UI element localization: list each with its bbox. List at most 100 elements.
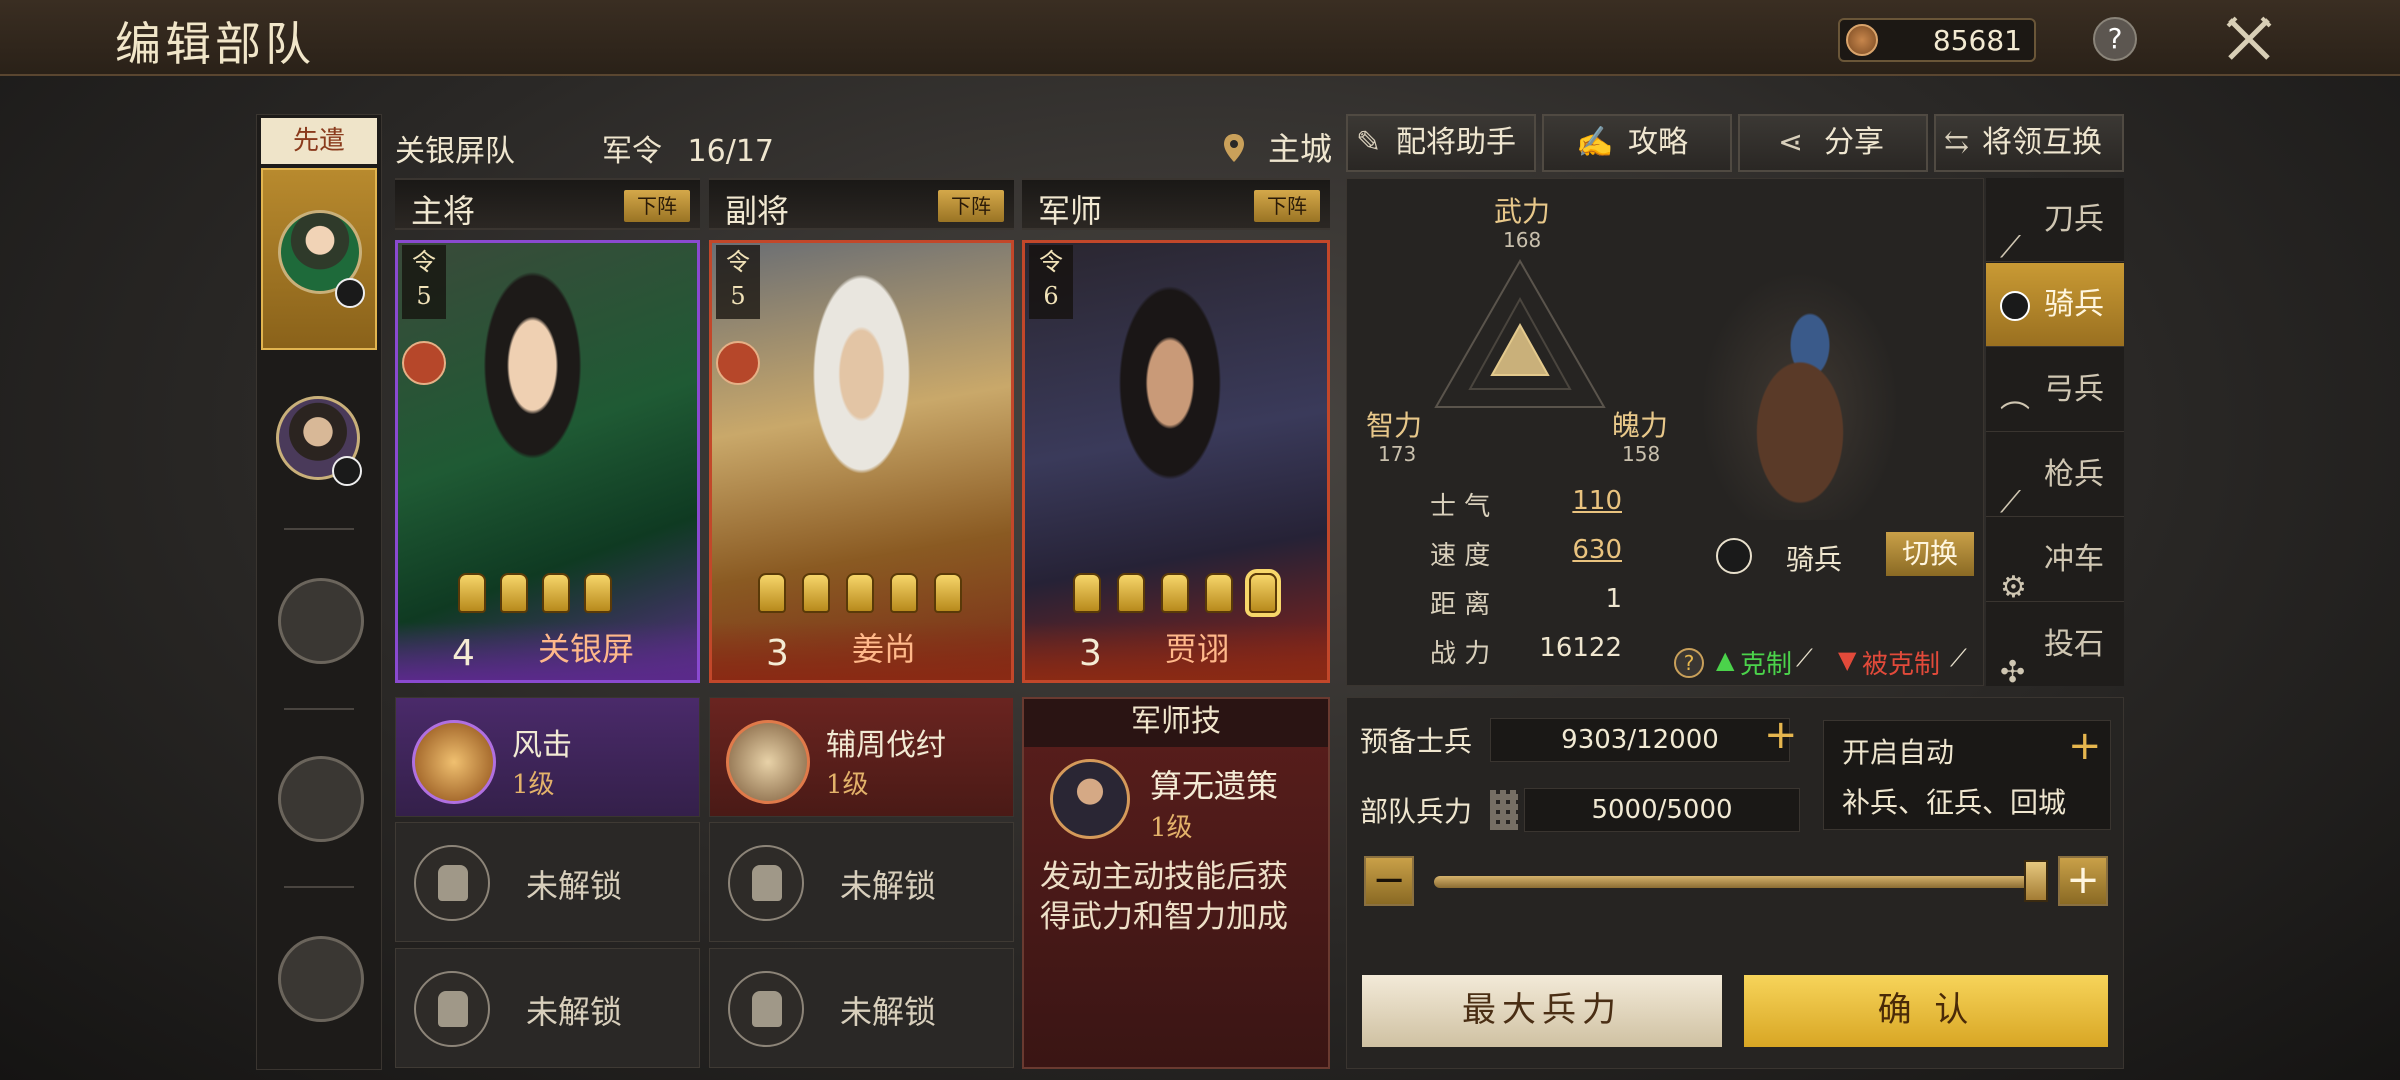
team-slot-3-locked[interactable] <box>278 578 364 664</box>
troop-type-ram[interactable]: ⚙ 冲车 <box>1986 518 2124 605</box>
troop-type-label: 枪兵 <box>2044 457 2104 492</box>
counter-help-button[interactable]: ? <box>1674 648 1704 678</box>
decrease-troops-button[interactable]: − <box>1364 856 1414 906</box>
swap-icon: ⇆ <box>1944 125 1970 160</box>
guide-label: 攻略 <box>1628 125 1688 160</box>
star-lock-icon <box>458 573 486 613</box>
attribute-label: 士 气 <box>1430 492 1491 522</box>
lock-icon <box>414 845 490 921</box>
intel-label: 智力 <box>1366 409 1423 442</box>
token-label: 令 <box>1039 248 1063 276</box>
auto-add-icon[interactable]: + <box>2068 723 2102 769</box>
locked-skill-slot[interactable]: 未解锁 <box>709 822 1014 942</box>
strategist-skill-panel[interactable]: 军师技 算无遗策 1级 发动主动技能后获 得武力和智力加成 <box>1022 697 1330 1069</box>
troop-type-label: 冲车 <box>2044 542 2104 577</box>
lock-icon <box>728 971 804 1047</box>
add-reserve-button[interactable]: + <box>1764 712 1798 758</box>
order-token: 令5 <box>402 245 446 319</box>
lock-icon <box>414 971 490 1047</box>
assist-icon: ✎ <box>1356 125 1382 160</box>
currency-value: 85681 <box>1932 24 2022 57</box>
strategist-skill-header: 军师技 <box>1024 699 1328 747</box>
troop-type-catapult[interactable]: ✣ 投石 <box>1986 603 2124 690</box>
general-name: 姜尚 <box>852 630 917 668</box>
strategist-skill-desc-2: 得武力和智力加成 <box>1040 899 1288 935</box>
column-label: 军师 <box>1038 192 1103 230</box>
team-slot-2[interactable] <box>274 394 366 486</box>
locked-label: 未解锁 <box>526 993 623 1031</box>
auto-settings[interactable]: 开启自动 + 补兵、征兵、回城 <box>1823 720 2111 830</box>
force-value: 168 <box>1503 228 1542 252</box>
increase-troops-button[interactable]: + <box>2058 856 2108 906</box>
locked-label: 未解锁 <box>526 867 623 905</box>
general-card-strategist[interactable]: 令 6 3 贾诩 <box>1022 240 1330 683</box>
spear-icon: ⟋ <box>1950 644 1967 672</box>
switch-unit-button[interactable]: 切换 <box>1886 532 1974 576</box>
help-button[interactable]: ? <box>2093 17 2137 61</box>
assist-button[interactable]: ✎ 配将助手 <box>1346 114 1536 172</box>
troop-slider-thumb[interactable] <box>2024 860 2048 902</box>
general-level: 3 <box>1079 633 1102 674</box>
star-lock-icon <box>934 573 962 613</box>
skill-slot-deputy[interactable]: 辅周伐纣 1级 <box>709 697 1014 817</box>
team-name: 关银屏队 <box>395 134 515 169</box>
troop-type-label: 投石 <box>2044 627 2104 662</box>
general-name: 贾诩 <box>1165 630 1230 668</box>
skill-level: 1级 <box>512 770 555 800</box>
general-level: 4 <box>452 633 475 674</box>
grid-icon <box>1490 790 1518 830</box>
locked-skill-slot[interactable]: 未解锁 <box>395 948 700 1068</box>
blade-icon: ⟋ <box>1796 644 1813 672</box>
zhou-campaign-skill-icon <box>726 720 810 804</box>
order-value: 16/17 <box>687 134 775 169</box>
swap-generals-button[interactable]: ⇆ 将领互换 <box>1934 114 2124 172</box>
locked-skill-slot[interactable]: 未解锁 <box>709 948 1014 1068</box>
skill-slot-main[interactable]: 风击 1级 <box>395 697 700 817</box>
currency-display: 85681 <box>1838 18 2036 62</box>
troop-slider-track[interactable] <box>1434 876 2046 888</box>
troop-type-archer[interactable]: ⌒ 弓兵 <box>1986 348 2124 435</box>
general-card-deputy[interactable]: 令5 3 姜尚 <box>709 240 1014 683</box>
troop-type-cavalry[interactable]: 骑兵 <box>1986 263 2124 347</box>
remove-button[interactable]: 下阵 <box>938 190 1004 222</box>
token-cost: 6 <box>1043 282 1059 310</box>
tab-vanguard[interactable]: 先遣 <box>261 118 377 164</box>
max-troops-button[interactable]: 最大兵力 <box>1362 975 1722 1047</box>
column-label: 副将 <box>725 192 790 230</box>
locked-skill-slot[interactable]: 未解锁 <box>395 822 700 942</box>
star-locks <box>758 573 998 617</box>
troop-type-spear[interactable]: ⟋ 枪兵 <box>1986 433 2124 520</box>
locked-label: 未解锁 <box>840 867 937 905</box>
general-card-main[interactable]: 令5 4 关银屏 <box>395 240 700 683</box>
cavalry-icon <box>716 341 760 385</box>
countered-label: 被克制 <box>1862 650 1941 680</box>
countered-down-icon: ▼ <box>1838 646 1857 674</box>
star-lock-icon <box>802 573 830 613</box>
remove-button[interactable]: 下阵 <box>1254 190 1320 222</box>
stats-triangle-chart <box>1434 258 1606 408</box>
strength-label: 部队兵力 <box>1360 795 1473 828</box>
confirm-button[interactable]: 确 认 <box>1744 975 2108 1047</box>
remove-button[interactable]: 下阵 <box>624 190 690 222</box>
locked-label: 未解锁 <box>840 993 937 1031</box>
city-label: 主城 <box>1268 130 1333 168</box>
star-lock-icon <box>846 573 874 613</box>
troop-type-list: ⟋ 刀兵 骑兵 ⌒ 弓兵 ⟋ 枪兵 ⚙ 冲车 ✣ 投石 <box>1986 178 2124 690</box>
team-slot-4-locked[interactable] <box>278 756 364 842</box>
attribute-value: 630 <box>1572 535 1622 565</box>
attribute-row: 距 离 1 <box>1426 584 1622 624</box>
divider <box>284 528 354 530</box>
strategist-skill-name: 算无遗策 <box>1150 767 1279 805</box>
troop-type-blade[interactable]: ⟋ 刀兵 <box>1986 178 2124 265</box>
attribute-label: 战 力 <box>1430 639 1491 669</box>
share-button[interactable]: ⋖ 分享 <box>1738 114 1928 172</box>
order-token: 令5 <box>716 245 760 319</box>
charm-value: 158 <box>1622 442 1661 466</box>
team-slot-1-selected[interactable] <box>261 168 377 350</box>
auto-title: 开启自动 <box>1842 736 1955 769</box>
team-slot-5-locked[interactable] <box>278 936 364 1022</box>
star-lock-icon <box>1117 573 1145 613</box>
close-icon[interactable] <box>2222 12 2276 66</box>
guide-button[interactable]: ✍ 攻略 <box>1542 114 1732 172</box>
skill-name: 风击 <box>512 728 572 763</box>
